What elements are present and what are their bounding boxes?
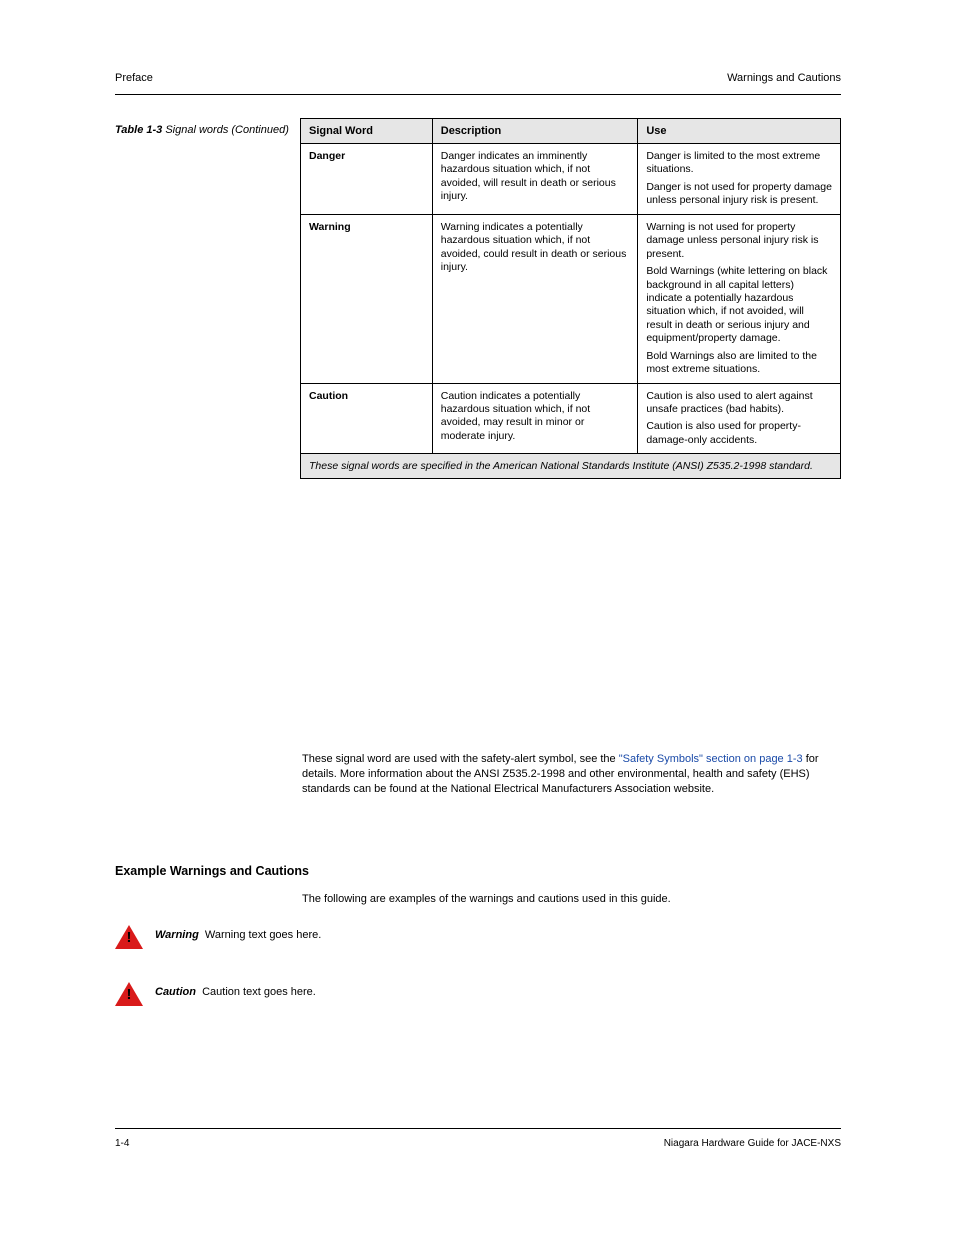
table-header-row: Signal Word Description Use	[301, 119, 841, 144]
cell-use: Caution is also used to alert against un…	[638, 383, 841, 454]
page-number: 1-4	[115, 1138, 129, 1149]
table-caption-number: Table 1-3	[115, 124, 162, 136]
footer-title: Niagara Hardware Guide for JACE-NXS	[664, 1138, 841, 1149]
header-left: Preface	[115, 72, 153, 84]
col-signal-word: Signal Word	[301, 119, 433, 144]
cell-description: Danger indicates an imminently hazardous…	[432, 144, 638, 215]
header-rule	[115, 94, 841, 95]
cell-use: Danger is limited to the most extreme si…	[638, 144, 841, 215]
col-use: Use	[638, 119, 841, 144]
warning-text: Warning Warning text goes here.	[155, 928, 845, 943]
header-right: Warnings and Cautions	[727, 72, 841, 84]
body-para-pre: These signal word are used with the safe…	[302, 753, 619, 765]
cell-use: Warning is not used for property damage …	[638, 214, 841, 383]
body-paragraph: These signal word are used with the safe…	[302, 752, 840, 797]
table-row: Warning Warning indicates a potentially …	[301, 214, 841, 383]
table-caption: Table 1-3 Signal words (Continued)	[115, 124, 289, 136]
signal-words-table: Signal Word Description Use Danger Dange…	[300, 118, 841, 479]
table-caption-text: Signal words (Continued)	[165, 124, 289, 136]
cell-label: Caution	[301, 383, 433, 454]
warning-triangle-icon: !	[115, 982, 143, 1006]
table-note: These signal words are specified in the …	[301, 454, 841, 479]
examples-intro: The following are examples of the warnin…	[302, 892, 840, 907]
warning-label: Warning	[155, 929, 199, 941]
section-heading: Example Warnings and Cautions	[115, 864, 309, 878]
caution-label: Caution	[155, 986, 196, 998]
warning-body: Warning text goes here.	[205, 929, 321, 941]
cell-description: Warning indicates a potentially hazardou…	[432, 214, 638, 383]
warning-triangle-icon: !	[115, 925, 143, 949]
table-row: Caution Caution indicates a potentially …	[301, 383, 841, 454]
cell-label: Danger	[301, 144, 433, 215]
cell-description: Caution indicates a potentially hazardou…	[432, 383, 638, 454]
col-description: Description	[432, 119, 638, 144]
caution-text: Caution Caution text goes here.	[155, 985, 845, 1000]
caution-body: Caution text goes here.	[202, 986, 316, 998]
cell-label: Warning	[301, 214, 433, 383]
table-row: Danger Danger indicates an imminently ha…	[301, 144, 841, 215]
cross-reference-link[interactable]: "Safety Symbols" section on page 1-3	[619, 753, 803, 765]
footer-rule	[115, 1128, 841, 1129]
table-note-row: These signal words are specified in the …	[301, 454, 841, 479]
